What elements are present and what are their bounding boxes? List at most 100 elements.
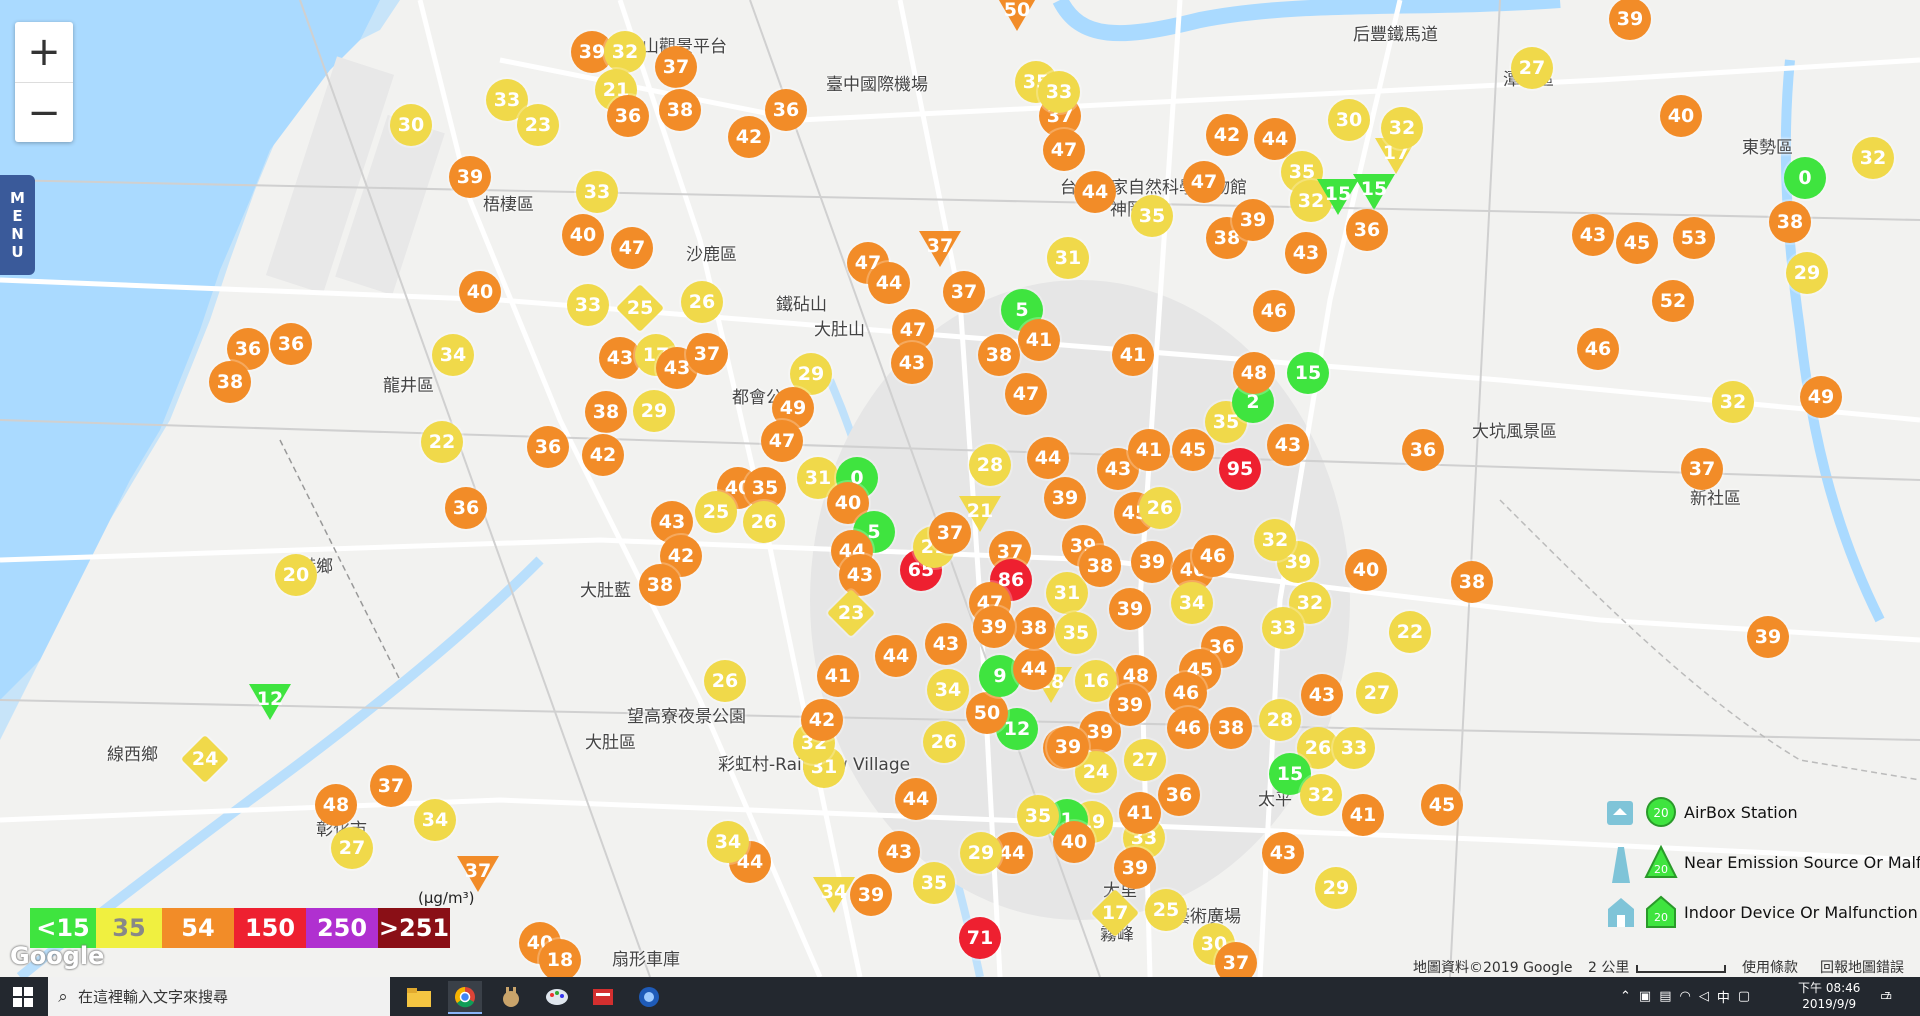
sensor-marker[interactable]: 34 (927, 669, 969, 711)
sensor-marker[interactable]: 26 (743, 501, 785, 543)
sensor-marker[interactable]: 46 (1192, 535, 1234, 577)
sensor-marker[interactable]: 40 (562, 214, 604, 256)
sensor-marker[interactable]: 48 (315, 784, 357, 826)
sensor-marker[interactable]: 39 (1044, 477, 1086, 519)
tray-app-icon[interactable]: ▣ (1639, 989, 1651, 1004)
sensor-marker[interactable]: 22 (1389, 611, 1431, 653)
wifi-icon[interactable]: ◠ (1680, 989, 1691, 1004)
zoom-out-button[interactable]: − (15, 83, 73, 143)
sensor-marker[interactable]: 43 (878, 831, 920, 873)
sensor-marker[interactable]: 39 (1114, 847, 1156, 889)
sensor-marker[interactable]: 43 (839, 554, 881, 596)
sensor-marker[interactable]: 35 (913, 862, 955, 904)
sensor-marker[interactable]: 38 (1013, 607, 1055, 649)
ime-indicator[interactable]: 中 (1717, 987, 1730, 1006)
sensor-marker[interactable]: 39 (1047, 726, 1089, 768)
sensor-marker[interactable]: 41 (1018, 319, 1060, 361)
sensor-marker[interactable]: 34 (707, 821, 749, 863)
app-globe-icon[interactable] (632, 981, 666, 1012)
tray-window-icon[interactable]: ▢ (1738, 989, 1750, 1004)
sensor-marker[interactable]: 31 (1047, 237, 1089, 279)
sensor-marker[interactable]: 34 (432, 334, 474, 376)
tray-device-icon[interactable]: ▤ (1659, 989, 1671, 1004)
sensor-marker[interactable]: 27 (1511, 47, 1553, 89)
sensor-marker[interactable]: 43 (891, 342, 933, 384)
sensor-marker[interactable]: 41 (817, 655, 859, 697)
sensor-marker[interactable]: 36 (270, 323, 312, 365)
sensor-marker[interactable]: 33 (1038, 71, 1080, 113)
sensor-marker[interactable]: 29 (1315, 867, 1357, 909)
report-error-link[interactable]: 回報地圖錯誤 (1820, 957, 1904, 977)
sensor-marker[interactable]: 43 (1301, 674, 1343, 716)
chrome-icon[interactable] (448, 981, 482, 1014)
sensor-marker[interactable]: 44 (1013, 648, 1055, 690)
sensor-marker-triangle[interactable]: 12 (249, 682, 291, 724)
sensor-marker[interactable]: 28 (969, 444, 1011, 486)
sensor-marker[interactable]: 29 (633, 390, 675, 432)
sensor-marker[interactable]: 35 (1055, 612, 1097, 654)
terms-link[interactable]: 使用條款 (1742, 957, 1798, 977)
sensor-marker[interactable]: 47 (1183, 161, 1225, 203)
sensor-marker[interactable]: 45 (1172, 429, 1214, 471)
sensor-marker[interactable]: 26 (704, 660, 746, 702)
sensor-marker[interactable]: 95 (1219, 448, 1261, 490)
volume-icon[interactable]: ◁ (1699, 989, 1709, 1004)
notification-center[interactable]: ▭ 7 (1880, 977, 1892, 1016)
sensor-marker[interactable]: 43 (1262, 832, 1304, 874)
sensor-marker-triangle[interactable]: 34 (813, 875, 855, 917)
sensor-marker[interactable]: 44 (868, 262, 910, 304)
sensor-marker[interactable]: 42 (1206, 114, 1248, 156)
sensor-marker[interactable]: 39 (1609, 0, 1651, 40)
taskbar-search-box[interactable]: ⌕ 在這裡輸入文字來搜尋 (48, 977, 390, 1016)
sensor-marker[interactable]: 39 (449, 156, 491, 198)
sensor-marker[interactable]: 33 (567, 284, 609, 326)
sensor-marker[interactable]: 38 (659, 89, 701, 131)
sensor-marker[interactable]: 39 (1232, 199, 1274, 241)
sensor-marker[interactable]: 52 (1652, 280, 1694, 322)
sensor-marker[interactable]: 26 (1139, 487, 1181, 529)
sensor-marker[interactable]: 42 (801, 699, 843, 741)
sensor-marker[interactable]: 38 (1210, 707, 1252, 749)
sensor-marker[interactable]: 47 (611, 227, 653, 269)
sensor-marker[interactable]: 36 (607, 95, 649, 137)
windows-start-icon[interactable] (6, 981, 40, 1012)
sensor-marker[interactable]: 32 (1254, 519, 1296, 561)
sensor-marker[interactable]: 30 (390, 104, 432, 146)
sensor-marker[interactable]: 36 (1158, 774, 1200, 816)
sensor-marker[interactable]: 29 (960, 832, 1002, 874)
sensor-marker[interactable]: 18 (539, 939, 581, 977)
sensor-marker[interactable]: 43 (1285, 232, 1327, 274)
app-paint-icon[interactable] (540, 981, 574, 1012)
sensor-marker[interactable]: 45 (1616, 222, 1658, 264)
sensor-marker[interactable]: 43 (925, 623, 967, 665)
sensor-marker[interactable]: 37 (943, 271, 985, 313)
sensor-marker[interactable]: 0 (1784, 157, 1826, 199)
sensor-marker[interactable]: 40 (1660, 95, 1702, 137)
sensor-marker[interactable]: 20 (275, 554, 317, 596)
sensor-marker[interactable]: 30 (1328, 99, 1370, 141)
sensor-marker[interactable]: 47 (1005, 373, 1047, 415)
sensor-marker[interactable]: 33 (1262, 607, 1304, 649)
sensor-marker[interactable]: 46 (1253, 290, 1295, 332)
sensor-marker[interactable]: 47 (1043, 129, 1085, 171)
sensor-marker[interactable]: 45 (1421, 784, 1463, 826)
sensor-marker[interactable]: 43 (1267, 424, 1309, 466)
sensor-marker[interactable]: 48 (1233, 352, 1275, 394)
sensor-marker[interactable]: 37 (370, 765, 412, 807)
sensor-marker[interactable]: 32 (1381, 107, 1423, 149)
sensor-marker[interactable]: 49 (1800, 376, 1842, 418)
sensor-marker[interactable]: 34 (414, 799, 456, 841)
sensor-marker[interactable]: 40 (1345, 549, 1387, 591)
sensor-marker[interactable]: 39 (973, 606, 1015, 648)
sensor-marker[interactable]: 53 (1673, 217, 1715, 259)
sensor-marker[interactable]: 27 (331, 827, 373, 869)
sensor-marker[interactable]: 47 (761, 420, 803, 462)
sensor-marker[interactable]: 32 (1300, 774, 1342, 816)
tray-expand-icon[interactable]: ⌃ (1620, 989, 1631, 1004)
sensor-marker[interactable]: 36 (1346, 209, 1388, 251)
sensor-marker[interactable]: 38 (1079, 545, 1121, 587)
sensor-marker[interactable]: 36 (527, 426, 569, 468)
sensor-marker-triangle[interactable]: 50 (996, 0, 1038, 35)
sensor-marker[interactable]: 41 (1112, 334, 1154, 376)
sensor-marker[interactable]: 34 (1171, 582, 1213, 624)
